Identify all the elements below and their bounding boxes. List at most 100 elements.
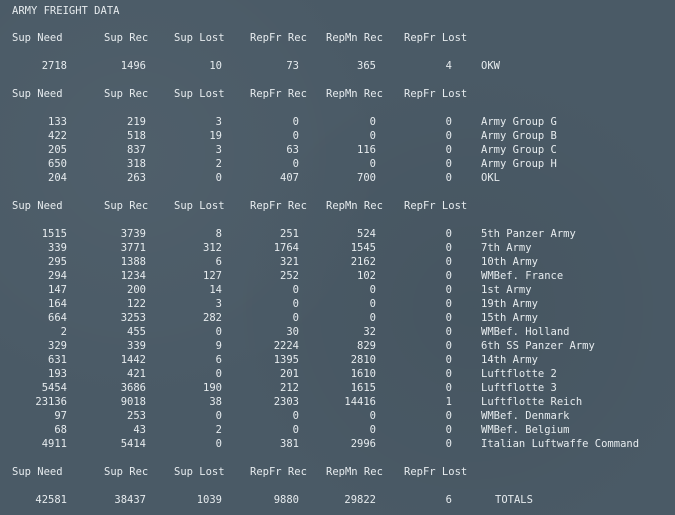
cell-repmn-rec: 1545 [350, 242, 376, 254]
cell-unit-name: 6th SS Panzer Army [481, 340, 595, 352]
header-repmn-rec: RepMn Rec [326, 88, 383, 100]
cell-sup-rec: 253 [127, 410, 146, 422]
header-sup-lost: Sup Lost [174, 466, 225, 478]
cell-sup-lost: 8 [215, 228, 222, 240]
cell-repfr-rec: 0 [292, 130, 299, 142]
cell-sup-need: 97 [54, 410, 67, 422]
cell-sup-lost: 19 [209, 130, 222, 142]
header-repfr-lost: RepFr Lost [404, 88, 468, 100]
cell-repfr-rec: 0 [292, 410, 299, 422]
cell-sup-need: 164 [48, 298, 67, 310]
cell-sup-lost: 14 [209, 284, 222, 296]
cell-sup-need: 339 [48, 242, 67, 254]
cell-sup-need: 631 [48, 354, 67, 366]
cell-sup-need: 422 [48, 130, 67, 142]
header-sup-need: Sup Need [12, 200, 63, 212]
header-sup-rec: Sup Rec [104, 200, 149, 212]
cell-unit-name: Luftflotte 2 [481, 368, 557, 380]
cell-sup-rec: 9018 [120, 396, 146, 408]
cell-sup-lost: 6 [215, 354, 222, 366]
cell-unit-name: Army Group G [481, 116, 557, 128]
header-repmn-rec: RepMn Rec [326, 200, 383, 212]
cell-repfr-rec: 0 [292, 158, 299, 170]
header-sup-rec: Sup Rec [104, 88, 149, 100]
table-row: 204 263 0 407 700 0 OKL [0, 171, 675, 185]
cell-repfr-lost: 0 [445, 424, 452, 436]
column-header-row: Sup Need Sup Rec Sup Lost RepFr Rec RepMn Re… [0, 87, 675, 101]
cell-repfr-rec: 0 [292, 424, 299, 436]
table-row: 650 318 2 0 0 0 Army Group H [0, 157, 675, 171]
cell-unit-name: 7th Army [481, 242, 532, 254]
cell-repmn-rec: 0 [369, 312, 376, 324]
cell-sup-need: 1515 [41, 228, 67, 240]
cell-repmn-rec: 102 [357, 270, 376, 282]
cell-repfr-rec: 251 [280, 228, 299, 240]
cell-repmn-rec: 365 [357, 60, 376, 72]
cell-unit-name: OKW [481, 60, 500, 72]
cell-unit-name: Army Group H [481, 158, 557, 170]
cell-repfr-lost: 0 [445, 284, 452, 296]
cell-sup-rec: 339 [127, 340, 146, 352]
cell-repmn-rec: 32 [363, 326, 376, 338]
table-row: 164 122 3 0 0 0 19th Army [0, 297, 675, 311]
cell-repfr-rec: 9880 [273, 494, 299, 506]
cell-unit-name: 19th Army [481, 298, 538, 310]
cell-repfr-lost: 0 [445, 368, 452, 380]
header-repfr-rec: RepFr Rec [250, 466, 307, 478]
cell-sup-need: 664 [48, 312, 67, 324]
cell-sup-rec: 200 [127, 284, 146, 296]
header-sup-rec: Sup Rec [104, 32, 149, 44]
header-repfr-lost: RepFr Lost [404, 32, 468, 44]
cell-repfr-rec: 0 [292, 312, 299, 324]
cell-repfr-rec: 73 [286, 60, 299, 72]
cell-repfr-rec: 0 [292, 298, 299, 310]
cell-repfr-rec: 30 [286, 326, 299, 338]
cell-repmn-rec: 700 [357, 172, 376, 184]
cell-repmn-rec: 0 [369, 116, 376, 128]
cell-repfr-rec: 1764 [273, 242, 299, 254]
cell-sup-need: 133 [48, 116, 67, 128]
cell-sup-rec: 518 [127, 130, 146, 142]
cell-repfr-lost: 0 [445, 242, 452, 254]
cell-unit-name: Army Group B [481, 130, 557, 142]
table-row: 2718 1496 10 73 365 4 OKW [0, 59, 675, 73]
cell-sup-lost: 282 [203, 312, 222, 324]
cell-sup-need: 42581 [35, 494, 67, 506]
table-row: 68 43 2 0 0 0 WMBef. Belgium [0, 423, 675, 437]
cell-unit-name: 10th Army [481, 256, 538, 268]
cell-repmn-rec: 0 [369, 424, 376, 436]
cell-unit-name: Luftflotte Reich [481, 396, 583, 408]
cell-sup-rec: 3771 [120, 242, 146, 254]
cell-unit-name: 15th Army [481, 312, 538, 324]
cell-sup-rec: 5414 [120, 438, 146, 450]
table-row: 147 200 14 0 0 0 1st Army [0, 283, 675, 297]
cell-repmn-rec: 1610 [350, 368, 376, 380]
cell-repfr-lost: 0 [445, 144, 452, 156]
cell-sup-lost: 0 [215, 410, 222, 422]
cell-repfr-rec: 2224 [273, 340, 299, 352]
header-repfr-lost: RepFr Lost [404, 466, 468, 478]
cell-repfr-lost: 0 [445, 116, 452, 128]
page-title: ARMY FREIGHT DATA [12, 5, 120, 17]
cell-sup-lost: 312 [203, 242, 222, 254]
cell-sup-lost: 3 [215, 298, 222, 310]
cell-sup-lost: 0 [215, 368, 222, 380]
cell-repfr-rec: 407 [280, 172, 299, 184]
cell-repfr-rec: 0 [292, 116, 299, 128]
table-row: 193 421 0 201 1610 0 Luftflotte 2 [0, 367, 675, 381]
cell-sup-lost: 0 [215, 172, 222, 184]
cell-unit-name: 5th Panzer Army [481, 228, 576, 240]
cell-repfr-rec: 63 [286, 144, 299, 156]
table-row: 133 219 3 0 0 0 Army Group G [0, 115, 675, 129]
cell-sup-rec: 3253 [120, 312, 146, 324]
cell-repfr-lost: 0 [445, 270, 452, 282]
cell-repmn-rec: 0 [369, 298, 376, 310]
cell-unit-name: WMBef. Holland [481, 326, 570, 338]
cell-repfr-lost: 0 [445, 438, 452, 450]
cell-repmn-rec: 116 [357, 144, 376, 156]
cell-sup-need: 4911 [41, 438, 67, 450]
cell-repfr-rec: 0 [292, 284, 299, 296]
cell-repmn-rec: 829 [357, 340, 376, 352]
table-row: 422 518 19 0 0 0 Army Group B [0, 129, 675, 143]
cell-sup-lost: 0 [215, 438, 222, 450]
